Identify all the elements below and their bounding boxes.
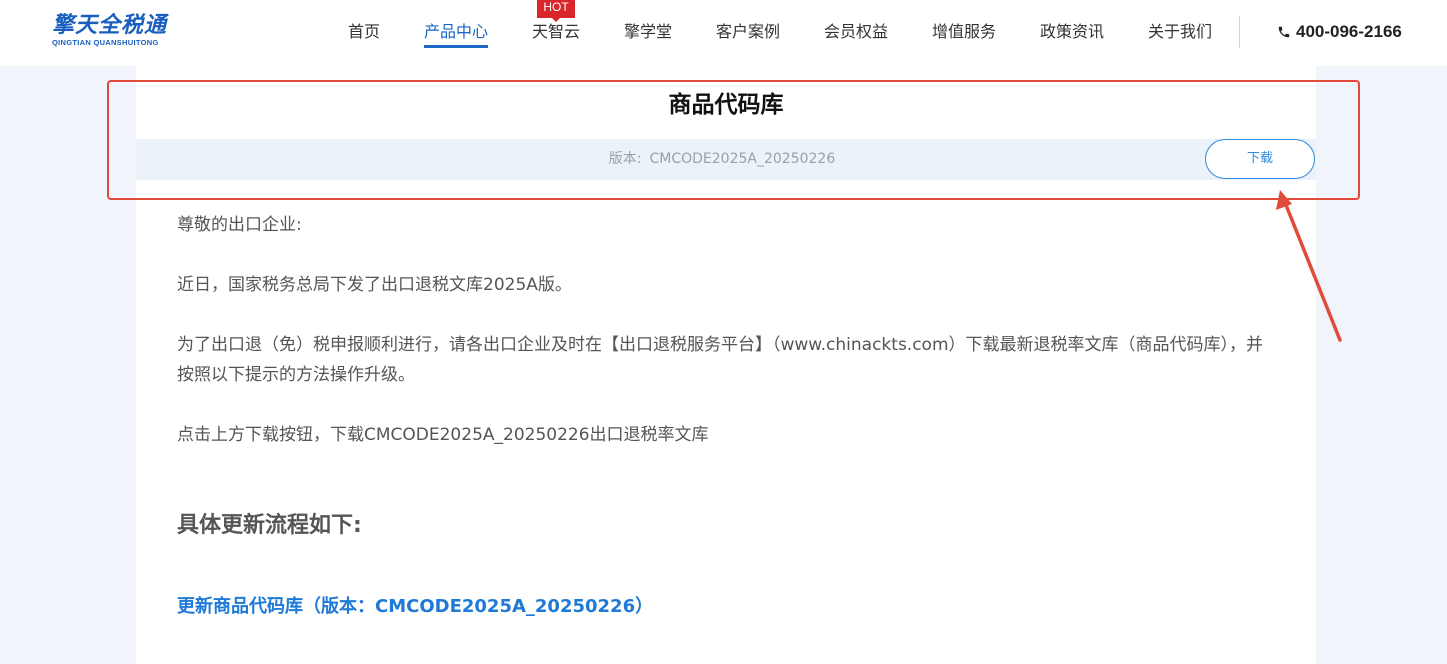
nav-about[interactable]: 关于我们 [1148, 21, 1212, 43]
update-code-library-link[interactable]: 更新商品代码库（版本：CMCODE2025A_20250226） [177, 592, 653, 622]
annotation-arrow [1276, 190, 1342, 342]
process-heading: 具体更新流程如下: [177, 513, 362, 538]
nav-academy[interactable]: 擎学堂 [624, 21, 672, 43]
nav-active-indicator [424, 45, 488, 48]
hot-badge: HOT [537, 0, 575, 22]
phone-icon [1278, 26, 1290, 38]
phone-number: 400-096-2166 [1296, 22, 1402, 41]
logo-subtext: QINGTIAN QUANSHUITONG [52, 38, 159, 47]
instruction-text: 为了出口退（免）税申报顺利进行，请各出口企业及时在【出口退税服务平台】（www.… [177, 335, 1264, 385]
nav-services[interactable]: 增值服务 [932, 21, 996, 43]
greeting-text: 尊敬的出口企业: [177, 215, 302, 235]
nav-cases[interactable]: 客户案例 [716, 21, 780, 43]
highlight-annotation-box [107, 80, 1360, 200]
nav-home[interactable]: 首页 [348, 21, 380, 43]
nav-products[interactable]: 产品中心 [424, 21, 488, 43]
nav-divider [1239, 16, 1240, 48]
logo-text: 擎天全税通 [52, 13, 168, 38]
site-logo[interactable]: 擎天全税通 QINGTIAN QUANSHUITONG [52, 14, 180, 48]
nav-policy[interactable]: 政策资讯 [1040, 21, 1104, 43]
download-hint-text: 点击上方下载按钮，下载CMCODE2025A_20250226出口退税率文库 [177, 425, 709, 445]
notice-text: 近日，国家税务总局下发了出口退税文库2025A版。 [177, 275, 572, 295]
nav-tianzhi-cloud[interactable]: 天智云 [532, 21, 580, 43]
phone-contact[interactable]: 400-096-2166 [1277, 20, 1402, 44]
nav-membership[interactable]: 会员权益 [824, 21, 888, 43]
